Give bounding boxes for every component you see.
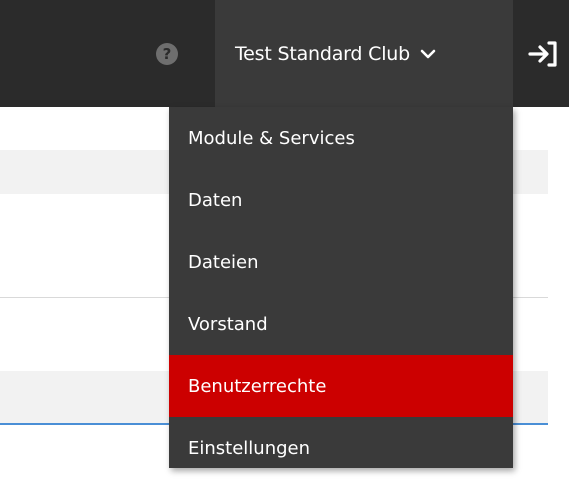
club-name: Test Standard Club — [235, 42, 410, 65]
menu-item-label: Vorstand — [188, 313, 268, 335]
menu-item-einstellungen[interactable]: Einstellungen — [169, 417, 513, 479]
menu-item-label: Einstellungen — [188, 437, 311, 459]
club-menu-button[interactable]: Test Standard Club — [215, 0, 513, 107]
menu-item-module-services[interactable]: Module & Services — [169, 107, 513, 169]
top-navigation-bar: ? Test Standard Club — [0, 0, 569, 107]
menu-item-label: Dateien — [188, 251, 259, 273]
menu-item-dateien[interactable]: Dateien — [169, 231, 513, 293]
menu-item-label: Benutzerrechte — [188, 375, 327, 397]
club-dropdown-menu: Module & Services Daten Dateien Vorstand… — [169, 107, 513, 468]
help-icon[interactable]: ? — [156, 43, 178, 65]
menu-item-label: Module & Services — [188, 127, 355, 149]
menu-item-daten[interactable]: Daten — [169, 169, 513, 231]
menu-item-label: Daten — [188, 189, 243, 211]
menu-item-benutzerrechte[interactable]: Benutzerrechte — [169, 355, 513, 417]
menu-item-vorstand[interactable]: Vorstand — [169, 293, 513, 355]
chevron-down-icon — [420, 49, 436, 58]
sign-in-icon[interactable] — [527, 39, 559, 69]
